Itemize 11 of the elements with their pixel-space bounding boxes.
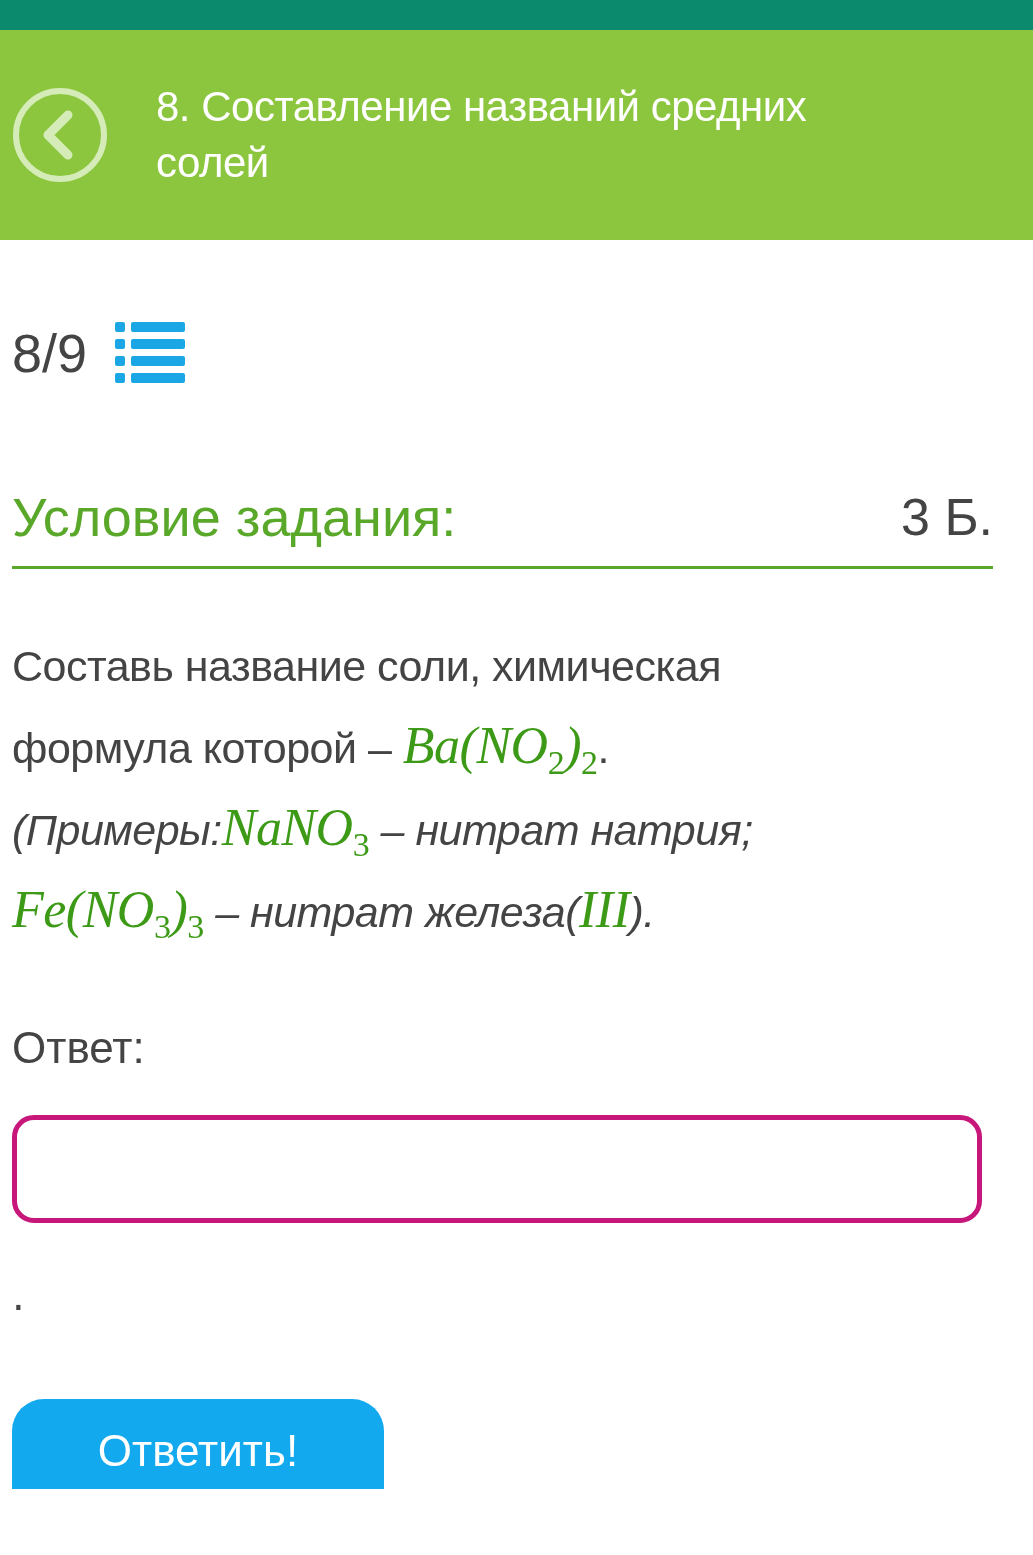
submit-button[interactable]: Ответить! — [12, 1399, 384, 1489]
answer-suffix: . — [12, 1273, 26, 1319]
task-text: Составь название соли, химическая формула которой – Ba(NO$_{2}$)$_{2}$. (Примеры:NaNO$_{3}$ – нитрат натрия; Fe(NO$_{3}$)$_{3}$ – нитрат железа(III). — [12, 641, 754, 948]
question-counter: 8/9 — [12, 322, 88, 384]
task-heading: Условие задания: — [12, 486, 457, 548]
list-icon[interactable] — [115, 322, 186, 384]
back-icon[interactable] — [12, 87, 108, 183]
page-title: 8. Составление названий средних солей — [156, 82, 808, 188]
answer-label: Ответ: — [12, 1023, 146, 1073]
answer-field[interactable] — [12, 1115, 982, 1223]
points-label: 3 Б. — [901, 487, 993, 547]
